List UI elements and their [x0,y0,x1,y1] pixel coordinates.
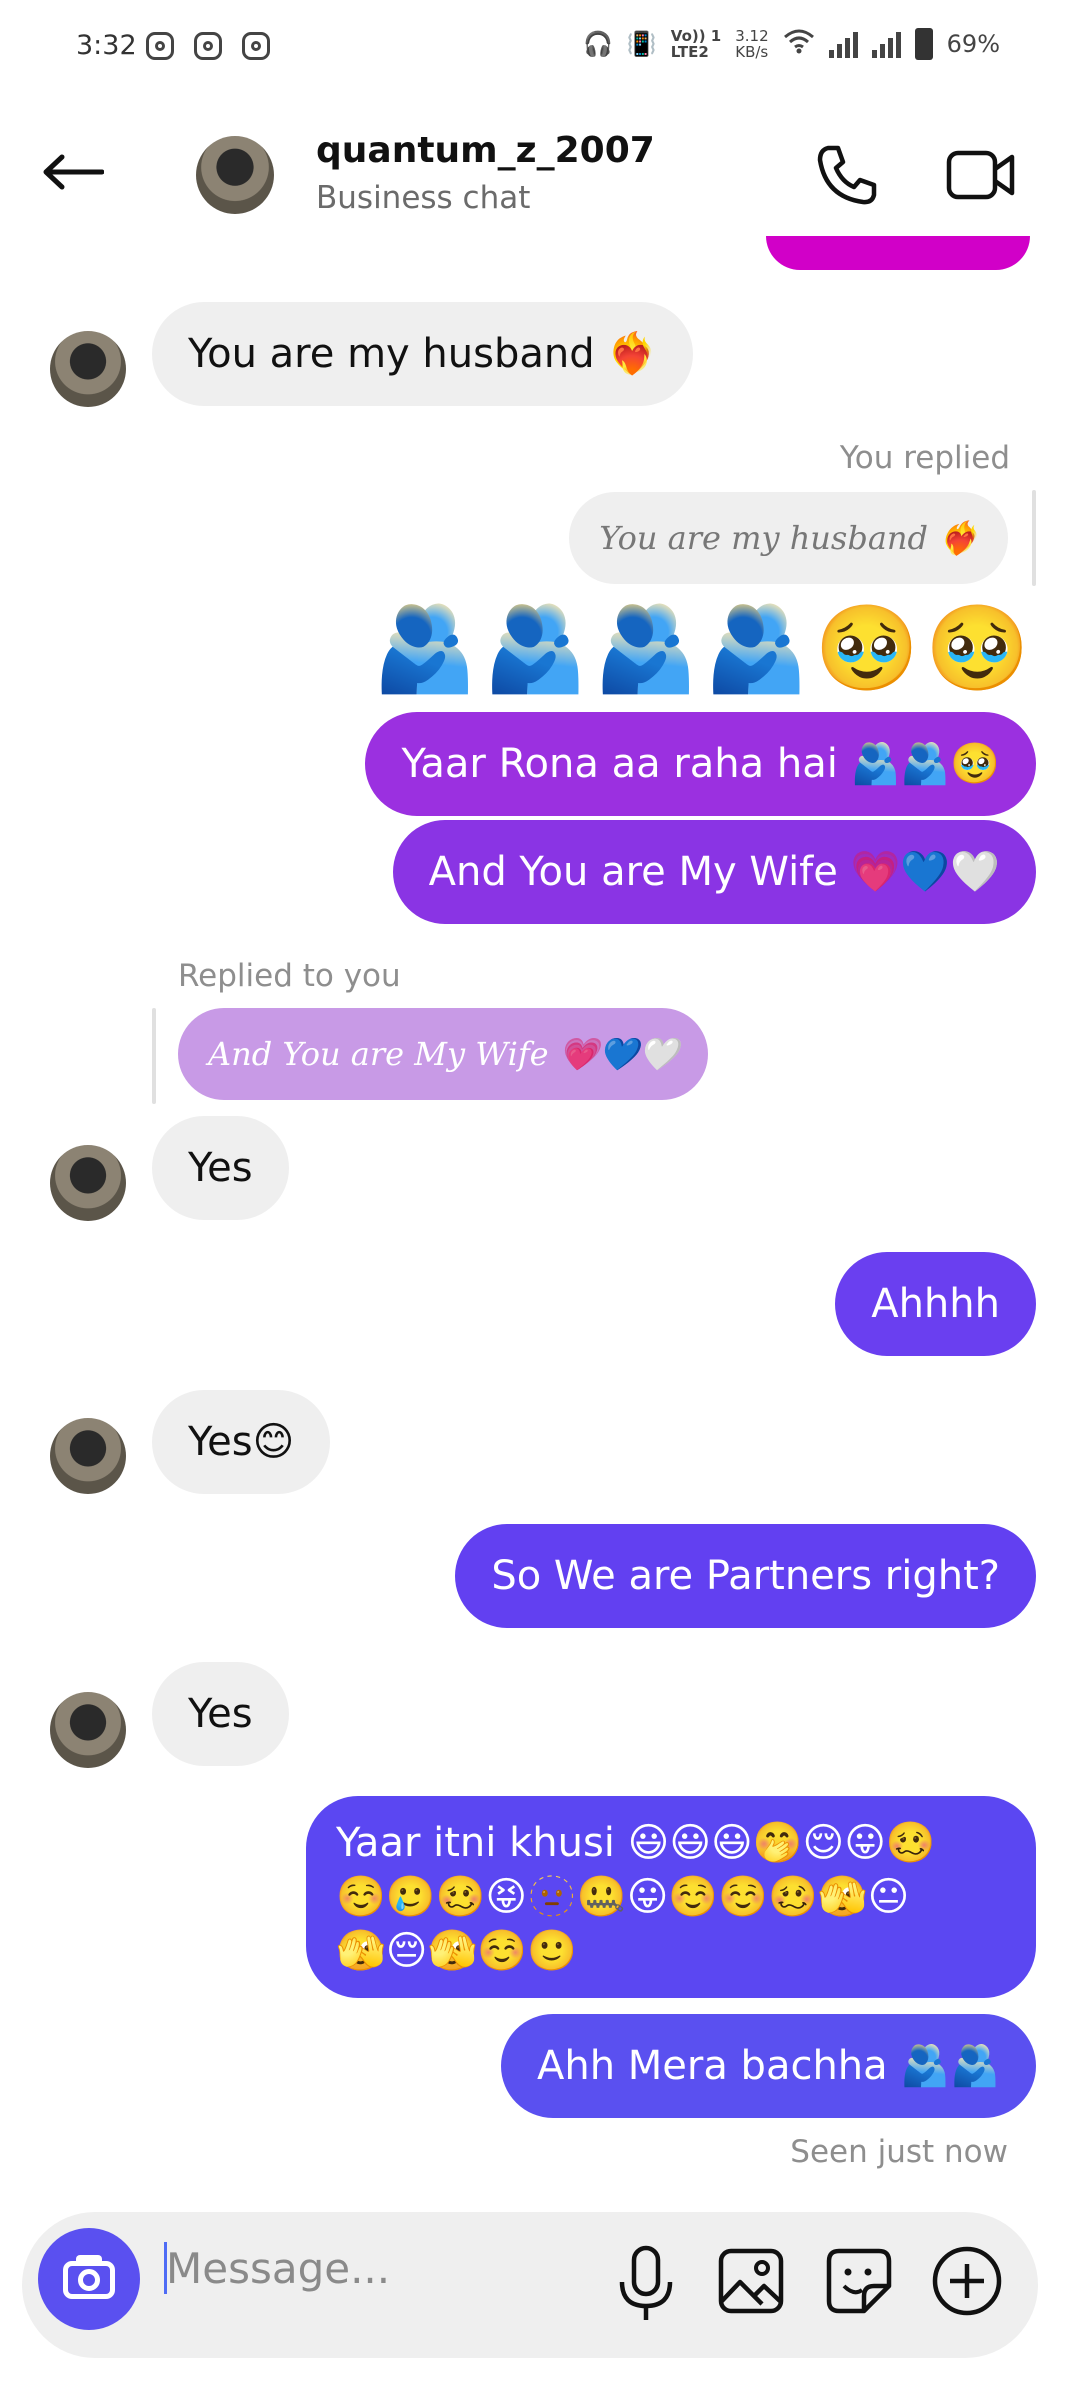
message-line: ☺️🥲🥴😝🫥🤐😛☺️☺️🥴🫣😐 [336,1874,910,1920]
chat-subtitle: Business chat [316,180,531,216]
outgoing-message[interactable]: Yaar Rona aa raha hai 🫂🫂🥹 [365,712,1036,816]
message-line: 🫣😔🫣☺️🙂 [336,1928,577,1974]
previous-message-bubble[interactable] [766,236,1030,270]
vibrate-icon: 📳 [626,30,657,58]
incoming-message[interactable]: Yes😊 [152,1390,331,1494]
phone-icon [817,145,877,205]
video-call-button[interactable] [946,145,1016,205]
replied-to-you-label: Replied to you [178,958,401,994]
instagram-notification-icon [242,32,270,60]
avatar[interactable] [196,136,274,214]
reply-quote[interactable]: And You are My Wife 💗💙🤍 [178,1008,709,1100]
sticker-icon [826,2248,892,2314]
image-icon [718,2248,784,2314]
status-time: 3:32 [76,30,137,61]
reply-indicator-bar [1032,490,1036,586]
outgoing-message[interactable]: And You are My Wife 💗💙🤍 [392,820,1036,924]
battery-icon [914,28,933,60]
chat-username[interactable]: quantum_z_2007 [316,130,655,171]
seen-status: Seen just now [790,2134,1008,2170]
plus-circle-icon [932,2246,1002,2316]
instagram-notification-icon [146,32,174,60]
outgoing-message[interactable]: So We are Partners right? [455,1524,1036,1628]
incoming-message[interactable]: Yes [152,1116,289,1220]
battery-percent: 69% [946,30,1000,58]
network-label: Vo)) 1 LTE2 [670,27,722,61]
you-replied-label: You replied [839,440,1010,476]
status-right: 🎧 📳 Vo)) 1 LTE2 3.12 KB/s 69% [583,28,1000,60]
signal-icon [828,30,858,58]
emoji-message[interactable]: 🫂🫂🫂🫂🥹🥹 [372,600,1036,696]
incoming-message[interactable]: You are my husband ❤️‍🔥 [152,302,694,406]
wifi-icon [783,28,815,60]
back-button[interactable] [40,154,105,190]
incoming-message[interactable]: Yes [152,1662,289,1766]
reply-quote[interactable]: You are my husband ❤️‍🔥 [569,492,1008,584]
instagram-notification-icon [194,32,222,60]
video-camera-icon [946,150,1015,200]
signal-icon [871,30,901,58]
headphones-icon: 🎧 [583,30,613,58]
reply-indicator-bar [152,1008,156,1104]
sender-avatar[interactable] [50,331,126,407]
microphone-icon [619,2245,673,2320]
sticker-button[interactable] [824,2246,894,2316]
voice-call-button[interactable] [814,142,880,208]
status-bar: 3:32 🎧 📳 Vo)) 1 LTE2 3.12 KB/s 69% [0,0,1080,96]
gallery-button[interactable] [716,2246,786,2316]
message-input[interactable] [164,2232,588,2304]
message-line: Yaar itni khusi 😃😃😃🤭😌😛🥴 [336,1820,936,1866]
microphone-button[interactable] [614,2240,678,2330]
outgoing-message[interactable]: Ahh Mera bachha 🫂🫂 [500,2014,1036,2118]
speed-label: 3.12 KB/s [735,27,769,61]
sender-avatar[interactable] [50,1145,126,1221]
camera-button[interactable] [38,2228,140,2330]
arrow-left-icon [43,154,105,190]
sender-avatar[interactable] [50,1692,126,1768]
sender-avatar[interactable] [50,1418,126,1494]
more-options-button[interactable] [930,2244,1004,2318]
outgoing-message[interactable]: Ahhhh [835,1252,1036,1356]
outgoing-message[interactable]: Yaar itni khusi 😃😃😃🤭😌😛🥴 ☺️🥲🥴😝🫥🤐😛☺️☺️🥴🫣😐 … [306,1796,1036,1998]
